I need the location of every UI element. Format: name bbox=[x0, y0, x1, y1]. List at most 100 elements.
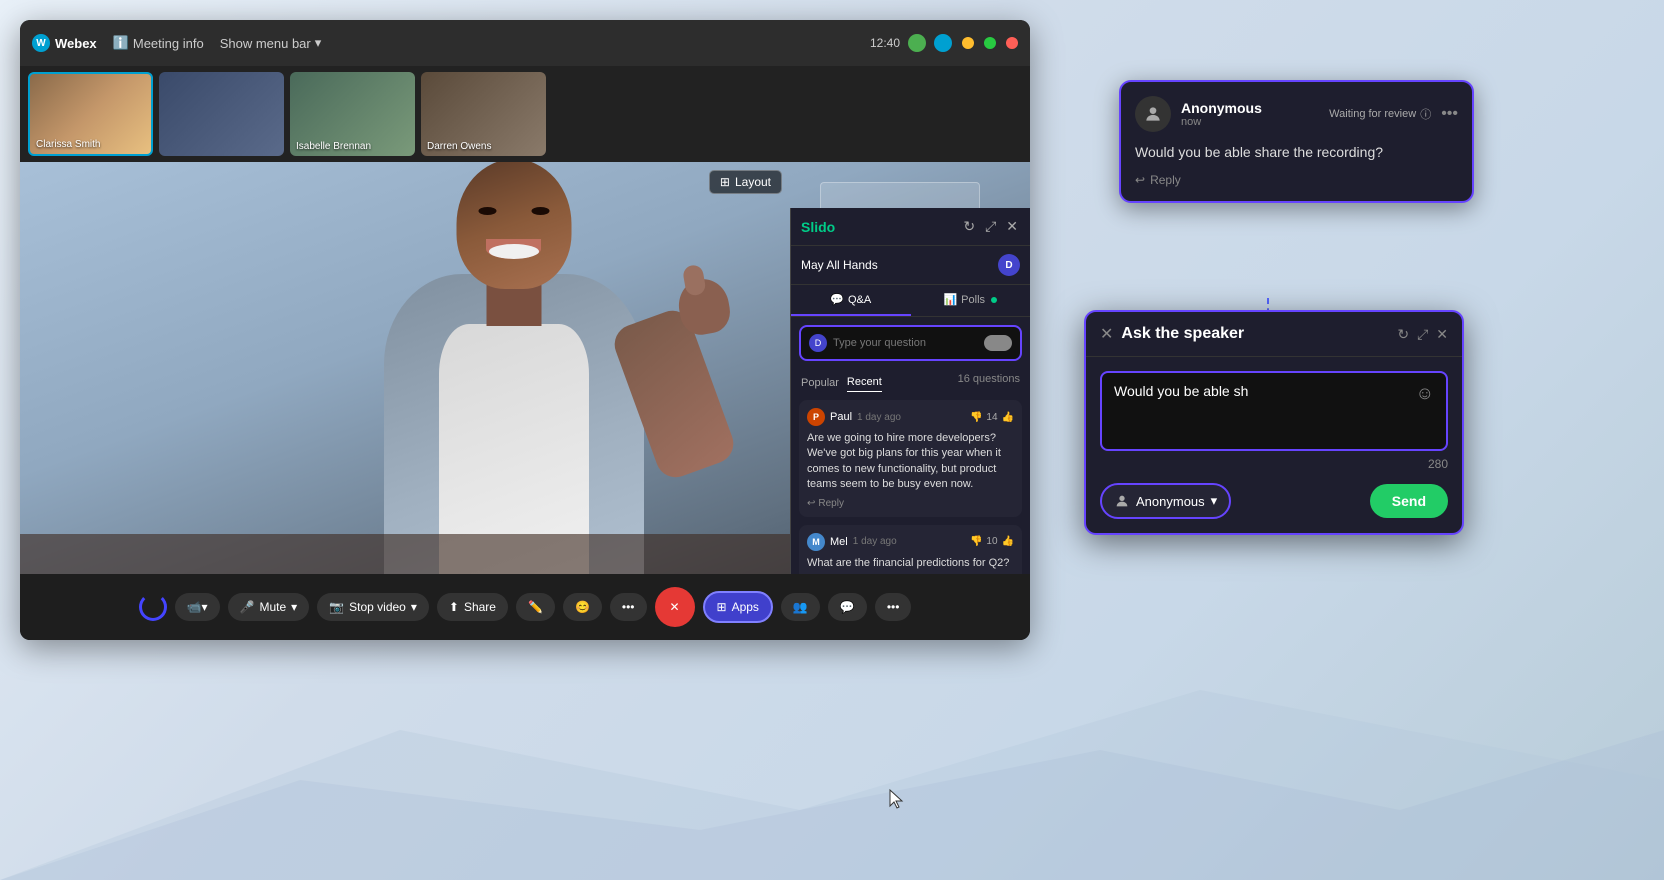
webex-label: Webex bbox=[55, 36, 97, 51]
end-call-button[interactable]: ✕ bbox=[655, 587, 695, 627]
ask-speaker-textarea[interactable]: Would you be able sh ☺ bbox=[1100, 371, 1448, 451]
apps-button[interactable]: ⊞ Apps bbox=[703, 591, 773, 623]
thumbs-up-icon: 👍 bbox=[1002, 412, 1014, 423]
reply-icon: ↩ bbox=[807, 498, 815, 509]
title-bar-left: W Webex ℹ️ Meeting info Show menu bar ▾ bbox=[32, 32, 858, 54]
show-menu-label: Show menu bar bbox=[220, 36, 311, 51]
slido-close-button[interactable]: ✕ bbox=[1004, 216, 1020, 237]
sort-recent-button[interactable]: Recent bbox=[847, 373, 882, 392]
mute-label: Mute bbox=[259, 600, 286, 614]
grid-icon: ⊞ bbox=[720, 175, 730, 189]
slido-expand-button[interactable]: ⤢ bbox=[983, 216, 998, 237]
participants-button[interactable]: 👥 bbox=[781, 593, 820, 621]
anon-reply-button[interactable]: ↩ Reply bbox=[1135, 173, 1181, 187]
video-chevron: ▾ bbox=[411, 600, 417, 614]
reply-label: Reply bbox=[1150, 173, 1181, 187]
ask-speaker-input-text: Would you be able sh bbox=[1114, 383, 1408, 399]
question-author-name: Paul bbox=[830, 411, 852, 423]
reactions-button[interactable]: 😊 bbox=[563, 593, 602, 621]
thumbs-down-icon: 👎 bbox=[970, 536, 982, 547]
tab-polls[interactable]: 📊 Polls bbox=[911, 285, 1031, 316]
whiteboard-button[interactable]: ✏️ bbox=[516, 593, 555, 621]
ask-speaker-expand-button[interactable]: ⤢ bbox=[1417, 326, 1428, 343]
mute-button[interactable]: 🎤 Mute ▾ bbox=[228, 593, 310, 621]
show-menu-button[interactable]: Show menu bar ▾ bbox=[220, 35, 322, 51]
anonymous-toggle-button[interactable]: Anonymous ▾ bbox=[1100, 483, 1231, 519]
video-options: 📹▾ bbox=[175, 593, 220, 621]
ask-speaker-dismiss-button[interactable]: ✕ bbox=[1436, 326, 1448, 343]
meeting-title: May All Hands bbox=[801, 258, 992, 272]
questions-count: 16 questions bbox=[958, 373, 1020, 392]
anon-avatar bbox=[1135, 96, 1171, 132]
info-circle-icon: ⓘ bbox=[1420, 106, 1431, 122]
reply-arrow-icon: ↩ bbox=[1135, 173, 1145, 187]
chat-button[interactable]: 💬 bbox=[828, 593, 867, 621]
participant-thumb[interactable]: Isabelle Brennan bbox=[290, 72, 415, 156]
title-bar-icons: 12:40 bbox=[870, 34, 1018, 52]
anon-name: Anonymous bbox=[1181, 100, 1319, 116]
mute-chevron: ▾ bbox=[291, 600, 297, 614]
mic-icon: 🎤 bbox=[240, 600, 255, 614]
user-avatar: D bbox=[998, 254, 1020, 276]
bottom-controls: 📹▾ 🎤 Mute ▾ 📷 Stop video ▾ ⬆ Share ✏️ 😊 … bbox=[20, 574, 1030, 640]
close-button[interactable] bbox=[1006, 37, 1018, 49]
meeting-window: W Webex ℹ️ Meeting info Show menu bar ▾ … bbox=[20, 20, 1030, 640]
slido-panel: Slido ↻ ⤢ ✕ May All Hands D 💬 Q&A 📊 Poll… bbox=[790, 208, 1030, 574]
question-toggle[interactable] bbox=[984, 335, 1012, 351]
webex-logo: W Webex bbox=[32, 34, 97, 52]
emoji-picker-button[interactable]: ☺ bbox=[1416, 383, 1434, 404]
webex-logo-icon: W bbox=[32, 34, 50, 52]
anon-card-header: Anonymous now Waiting for review ⓘ ••• bbox=[1135, 96, 1458, 132]
minimize-button[interactable] bbox=[962, 37, 974, 49]
question-input-box[interactable]: D Type your question bbox=[799, 325, 1022, 361]
question-text: What are the financial predictions for Q… bbox=[807, 556, 1014, 571]
video-options-button[interactable]: 📹▾ bbox=[175, 593, 220, 621]
question-user-avatar: D bbox=[809, 334, 827, 352]
tab-qa-label: Q&A bbox=[848, 294, 871, 306]
question-input-placeholder: Type your question bbox=[833, 337, 978, 349]
maximize-button[interactable] bbox=[984, 37, 996, 49]
tab-qa[interactable]: 💬 Q&A bbox=[791, 285, 911, 316]
question-time: 1 day ago bbox=[857, 412, 901, 423]
chevron-down-icon: ▾ bbox=[315, 35, 322, 51]
layout-button[interactable]: ⊞ Layout bbox=[709, 170, 782, 194]
loading-spinner bbox=[139, 593, 167, 621]
question-input-area: D Type your question bbox=[791, 317, 1030, 369]
ask-speaker-header: ✕ Ask the speaker ↻ ⤢ ✕ bbox=[1086, 312, 1462, 357]
questions-list: P Paul 1 day ago 👎 14 👍 Are we going to … bbox=[791, 396, 1030, 574]
reply-label: Reply bbox=[818, 498, 844, 509]
participant-thumb[interactable] bbox=[159, 72, 284, 156]
share-button[interactable]: ⬆ Share bbox=[437, 593, 508, 621]
polls-notification-dot bbox=[991, 297, 997, 303]
ask-speaker-close-button[interactable]: ✕ bbox=[1100, 324, 1113, 344]
meeting-more-button[interactable]: ••• bbox=[875, 593, 912, 621]
anon-info: Anonymous now bbox=[1181, 100, 1319, 128]
anon-status: Waiting for review ⓘ bbox=[1329, 106, 1431, 122]
participant-thumb[interactable]: Darren Owens bbox=[421, 72, 546, 156]
close-x-icon: ✕ bbox=[1100, 326, 1113, 343]
sort-popular-button[interactable]: Popular bbox=[801, 373, 839, 392]
stop-video-button[interactable]: 📷 Stop video ▾ bbox=[317, 593, 429, 621]
more-button[interactable]: ••• bbox=[610, 593, 647, 621]
participant-thumb[interactable]: Clarissa Smith bbox=[28, 72, 153, 156]
participant-name: Darren Owens bbox=[427, 141, 491, 152]
meeting-info-button[interactable]: ℹ️ Meeting info bbox=[107, 32, 210, 54]
more-dots-icon: ••• bbox=[887, 600, 900, 614]
question-reply-button[interactable]: ↩ Reply bbox=[807, 498, 1014, 509]
question-votes: 👎 10 👍 bbox=[970, 536, 1014, 547]
slido-refresh-button[interactable]: ↻ bbox=[961, 216, 977, 237]
people-icon: 👥 bbox=[793, 600, 808, 614]
question-card-header: P Paul 1 day ago 👎 14 👍 bbox=[807, 408, 1014, 426]
ask-speaker-refresh-button[interactable]: ↻ bbox=[1397, 326, 1409, 343]
apps-label: Apps bbox=[732, 600, 759, 614]
emoji-icon: ☺ bbox=[1416, 383, 1434, 403]
participant-name: Clarissa Smith bbox=[36, 139, 100, 150]
anon-more-button[interactable]: ••• bbox=[1441, 105, 1458, 123]
status-icon-green bbox=[908, 34, 926, 52]
title-bar: W Webex ℹ️ Meeting info Show menu bar ▾ … bbox=[20, 20, 1030, 66]
ask-speaker-title: Ask the speaker bbox=[1121, 325, 1389, 343]
send-button[interactable]: Send bbox=[1370, 484, 1448, 518]
mouse-cursor bbox=[888, 788, 908, 817]
chat-icon: 💬 bbox=[830, 293, 844, 306]
participants-strip: Clarissa Smith Isabelle Brennan Darren O… bbox=[20, 66, 1030, 162]
